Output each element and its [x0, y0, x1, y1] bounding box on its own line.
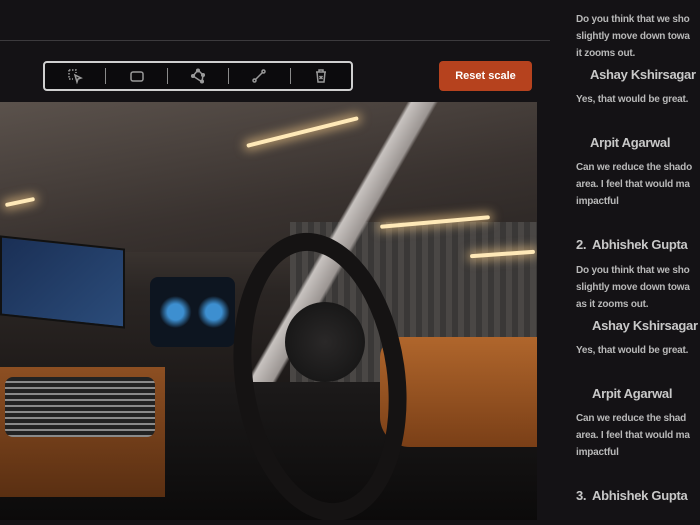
reset-scale-button[interactable]: Reset scale: [439, 61, 532, 91]
rectangle-tool-button[interactable]: [106, 63, 166, 89]
select-tool-button[interactable]: [45, 63, 105, 89]
delete-tool-button[interactable]: [291, 63, 351, 89]
comment-text: Can we reduce the shado area. I feel that…: [576, 162, 692, 207]
comment-author: 3. Abhishek Gupta: [576, 488, 688, 503]
comment-text: Can we reduce the shad area. I feel that …: [576, 413, 690, 458]
comments-panel: Do you think that we sho slightly move do…: [576, 0, 700, 525]
comment-text: Do you think that we sho slightly move do…: [576, 14, 690, 59]
comment-text: Yes, that would be great.: [576, 345, 689, 356]
comment-author: 2. Abhishek Gupta: [576, 237, 688, 252]
comment-number: 2.: [576, 237, 587, 252]
select-icon: [68, 69, 84, 84]
annotation-toolbar: [43, 61, 353, 91]
trash-icon: [315, 69, 326, 83]
comment-author: Arpit Agarwal: [590, 135, 671, 150]
comment-author: Ashay Kshirsagar: [590, 67, 696, 82]
infotainment-screen: [0, 235, 125, 329]
line-icon: [252, 69, 267, 83]
instrument-cluster: [150, 277, 235, 347]
comment-author: Arpit Agarwal: [592, 386, 673, 401]
comment-text: Yes, that would be great.: [576, 94, 689, 105]
car-interior-image[interactable]: [0, 102, 537, 520]
comment-text: Do you think that we sho slightly move do…: [576, 265, 690, 310]
line-tool-button[interactable]: [229, 63, 289, 89]
header-divider: [0, 40, 550, 41]
comment-author: Ashay Kshirsagar: [592, 318, 698, 333]
rectangle-icon: [129, 71, 144, 82]
polygon-tool-button[interactable]: [168, 63, 228, 89]
comment-number: 3.: [576, 488, 587, 503]
polygon-icon: [190, 68, 206, 84]
